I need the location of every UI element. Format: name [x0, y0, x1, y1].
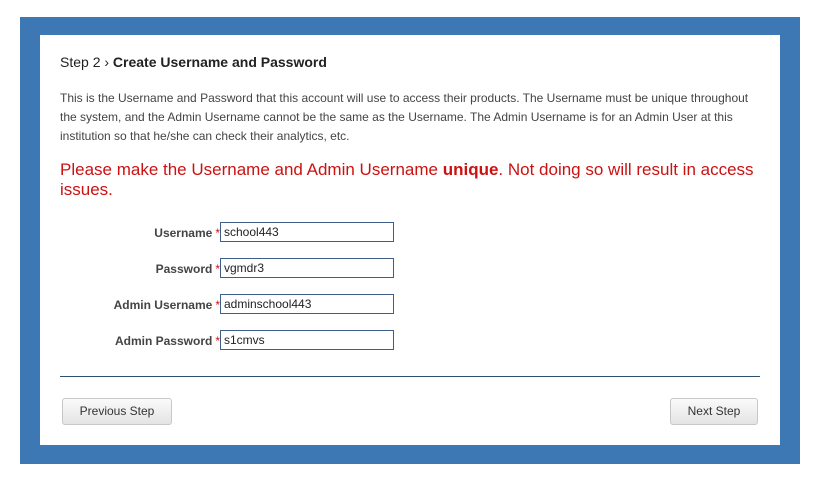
- page-title: Step 2 › Create Username and Password: [60, 54, 327, 70]
- username-row: Username *: [40, 222, 780, 244]
- uniqueness-warning: Please make the Username and Admin Usern…: [60, 160, 760, 200]
- username-field[interactable]: [220, 222, 394, 242]
- divider: [60, 376, 760, 377]
- next-step-button[interactable]: Next Step: [670, 398, 758, 425]
- password-row: Password *: [40, 258, 780, 280]
- previous-step-button[interactable]: Previous Step: [62, 398, 172, 425]
- admin-password-field[interactable]: [220, 330, 394, 350]
- step-label: Step 2 ›: [60, 54, 110, 70]
- admin-password-label: Admin Password *: [114, 334, 220, 348]
- admin-username-field[interactable]: [220, 294, 394, 314]
- password-field[interactable]: [220, 258, 394, 278]
- password-label: Password *: [155, 262, 220, 276]
- admin-username-row: Admin Username *: [40, 294, 780, 316]
- username-label: Username *: [154, 226, 220, 240]
- warning-emphasis: unique: [442, 160, 499, 179]
- wizard-panel: Step 2 › Create Username and Password Th…: [40, 35, 780, 445]
- step-description: This is the Username and Password that t…: [60, 91, 749, 143]
- warning-text-1: Please make the Username and Admin Usern…: [60, 160, 443, 179]
- admin-password-row: Admin Password *: [40, 330, 780, 352]
- admin-username-label: Admin Username *: [113, 298, 220, 312]
- step-name: Create Username and Password: [112, 54, 327, 70]
